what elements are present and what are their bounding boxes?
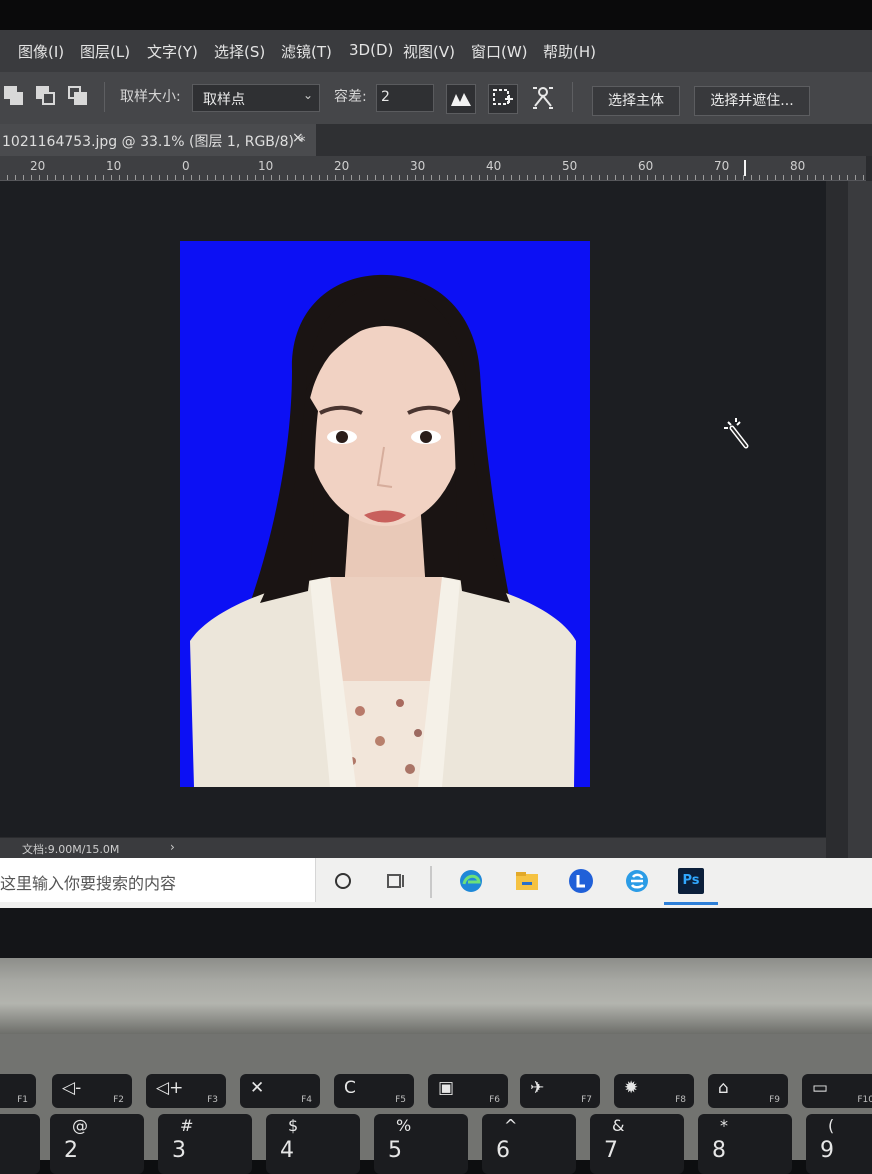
menu-window[interactable]: 窗口(W)	[471, 41, 528, 62]
key-1[interactable]	[0, 1114, 40, 1174]
enhance-edge-icon[interactable]	[488, 84, 518, 114]
key-f1[interactable]: F1	[0, 1074, 36, 1108]
options-divider	[572, 82, 573, 112]
key-6[interactable]: ^ 6	[482, 1114, 576, 1174]
app-l-icon[interactable]	[568, 868, 594, 894]
select-subject-button[interactable]: 选择主体	[592, 86, 680, 116]
search-placeholder: 这里输入你要搜索的内容	[0, 874, 177, 893]
id-photo-canvas[interactable]	[180, 241, 590, 787]
key-f6[interactable]: ▣ F6	[428, 1074, 508, 1108]
document-tab-bar: 1021164753.jpg @ 33.1% (图层 1, RGB/8) * ×	[0, 124, 872, 156]
monitor-bottom-bezel	[0, 908, 872, 958]
menu-type[interactable]: 文字(Y)	[147, 41, 198, 62]
monitor-screen: 图像(I) 图层(L) 文字(Y) 选择(S) 滤镜(T) 3D(D) 视图(V…	[0, 0, 872, 908]
key-2[interactable]: @2	[50, 1114, 144, 1174]
menu-image[interactable]: 图像(I)	[18, 41, 64, 62]
ruler-label: 10	[258, 159, 274, 173]
menu-select[interactable]: 选择(S)	[214, 41, 265, 62]
menu-filter[interactable]: 滤镜(T)	[281, 41, 332, 62]
ruler-label: 20	[334, 159, 350, 173]
ruler-label: 50	[562, 159, 578, 173]
status-menu-arrow-icon[interactable]: ›	[170, 840, 175, 854]
key-9[interactable]: (9	[806, 1114, 872, 1174]
cortana-icon[interactable]	[330, 868, 356, 894]
keyboard-deck: F1 ◁- F2 ◁+ F3 ✕ F4 C F5 ▣ F6 ✈ F7 ✹ F8 ⌂ F9 ▭ F1…	[0, 1034, 872, 1174]
sample-size-label: 取样大小:	[120, 89, 181, 105]
ruler-label: 20	[30, 159, 46, 173]
photoshop-taskbar-icon[interactable]: Ps	[678, 868, 704, 894]
ruler-label: 10	[106, 159, 122, 173]
status-bar: 文档:9.00M/15.0M ›	[0, 838, 826, 858]
sample-size-value: 取样点	[203, 92, 245, 108]
windows-taskbar: 这里输入你要搜索的内容 Ps	[0, 858, 872, 908]
key-f7[interactable]: ✈ F7	[520, 1074, 600, 1108]
key-f2[interactable]: ◁- F2	[52, 1074, 132, 1108]
tolerance-value: 2	[381, 89, 390, 105]
laptop-hinge	[0, 958, 872, 1034]
menu-view[interactable]: 视图(V)	[403, 41, 455, 62]
tolerance-input[interactable]: 2	[376, 84, 434, 112]
monitor-top-bezel	[0, 0, 872, 30]
ruler-label: 30	[410, 159, 426, 173]
key-f9[interactable]: ⌂ F9	[708, 1074, 788, 1108]
menu-layer[interactable]: 图层(L)	[80, 41, 130, 62]
options-divider	[104, 82, 105, 112]
active-app-indicator	[664, 902, 718, 905]
new-selection-icon[interactable]	[4, 86, 24, 106]
horizontal-ruler: 20 10 0 10 20 30 40 50 60 70 80	[0, 156, 866, 181]
key-f4[interactable]: ✕ F4	[240, 1074, 320, 1108]
sample-size-select[interactable]: 取样点 ⌄	[192, 84, 320, 112]
ruler-label: 70	[714, 159, 730, 173]
taskbar-divider	[430, 866, 432, 898]
close-icon[interactable]: ×	[292, 130, 304, 146]
key-8[interactable]: * 8	[698, 1114, 792, 1174]
key-7[interactable]: & 7	[590, 1114, 684, 1174]
ruler-label: 60	[638, 159, 654, 173]
edge-browser-icon[interactable]	[458, 868, 484, 894]
intersect-selection-icon[interactable]	[68, 86, 88, 106]
key-f8[interactable]: ✹ F8	[614, 1074, 694, 1108]
tolerance-label: 容差:	[334, 89, 367, 105]
document-size-text: 文档:9.00M/15.0M	[22, 843, 120, 856]
ruler-label: 80	[790, 159, 806, 173]
file-explorer-icon[interactable]	[514, 868, 540, 894]
ruler-position-marker	[744, 160, 746, 176]
menu-bar: 图像(I) 图层(L) 文字(Y) 选择(S) 滤镜(T) 3D(D) 视图(V…	[0, 30, 872, 72]
document-tab[interactable]: 1021164753.jpg @ 33.1% (图层 1, RGB/8) * ×	[0, 124, 316, 156]
refine-icon[interactable]	[530, 84, 558, 112]
menu-help[interactable]: 帮助(H)	[543, 41, 596, 62]
magic-wand-cursor-icon	[722, 416, 752, 452]
menu-3d[interactable]: 3D(D)	[349, 41, 393, 59]
ruler-label: 0	[182, 159, 190, 173]
task-view-icon[interactable]	[382, 868, 408, 894]
portrait-image	[190, 274, 576, 787]
subtract-selection-icon[interactable]	[36, 86, 56, 106]
chevron-down-icon: ⌄	[302, 88, 313, 102]
key-3[interactable]: #3	[158, 1114, 252, 1174]
ie-browser-icon[interactable]	[624, 868, 650, 894]
document-tab-title: 1021164753.jpg @ 33.1% (图层 1, RGB/8) *	[2, 134, 306, 150]
sample-all-layers-icon[interactable]	[446, 84, 476, 114]
key-5[interactable]: % 5	[374, 1114, 468, 1174]
taskbar-search-box[interactable]: 这里输入你要搜索的内容	[0, 858, 316, 902]
key-f3[interactable]: ◁+ F3	[146, 1074, 226, 1108]
side-panel-edge	[848, 181, 872, 861]
tool-options-bar: 取样大小: 取样点 ⌄ 容差: 2 选择主体 选择并遮住...	[0, 72, 872, 124]
select-and-mask-button[interactable]: 选择并遮住...	[694, 86, 810, 116]
key-f5[interactable]: C F5	[334, 1074, 414, 1108]
ruler-label: 40	[486, 159, 502, 173]
key-4[interactable]: $4	[266, 1114, 360, 1174]
key-f10[interactable]: ▭ F10	[802, 1074, 872, 1108]
